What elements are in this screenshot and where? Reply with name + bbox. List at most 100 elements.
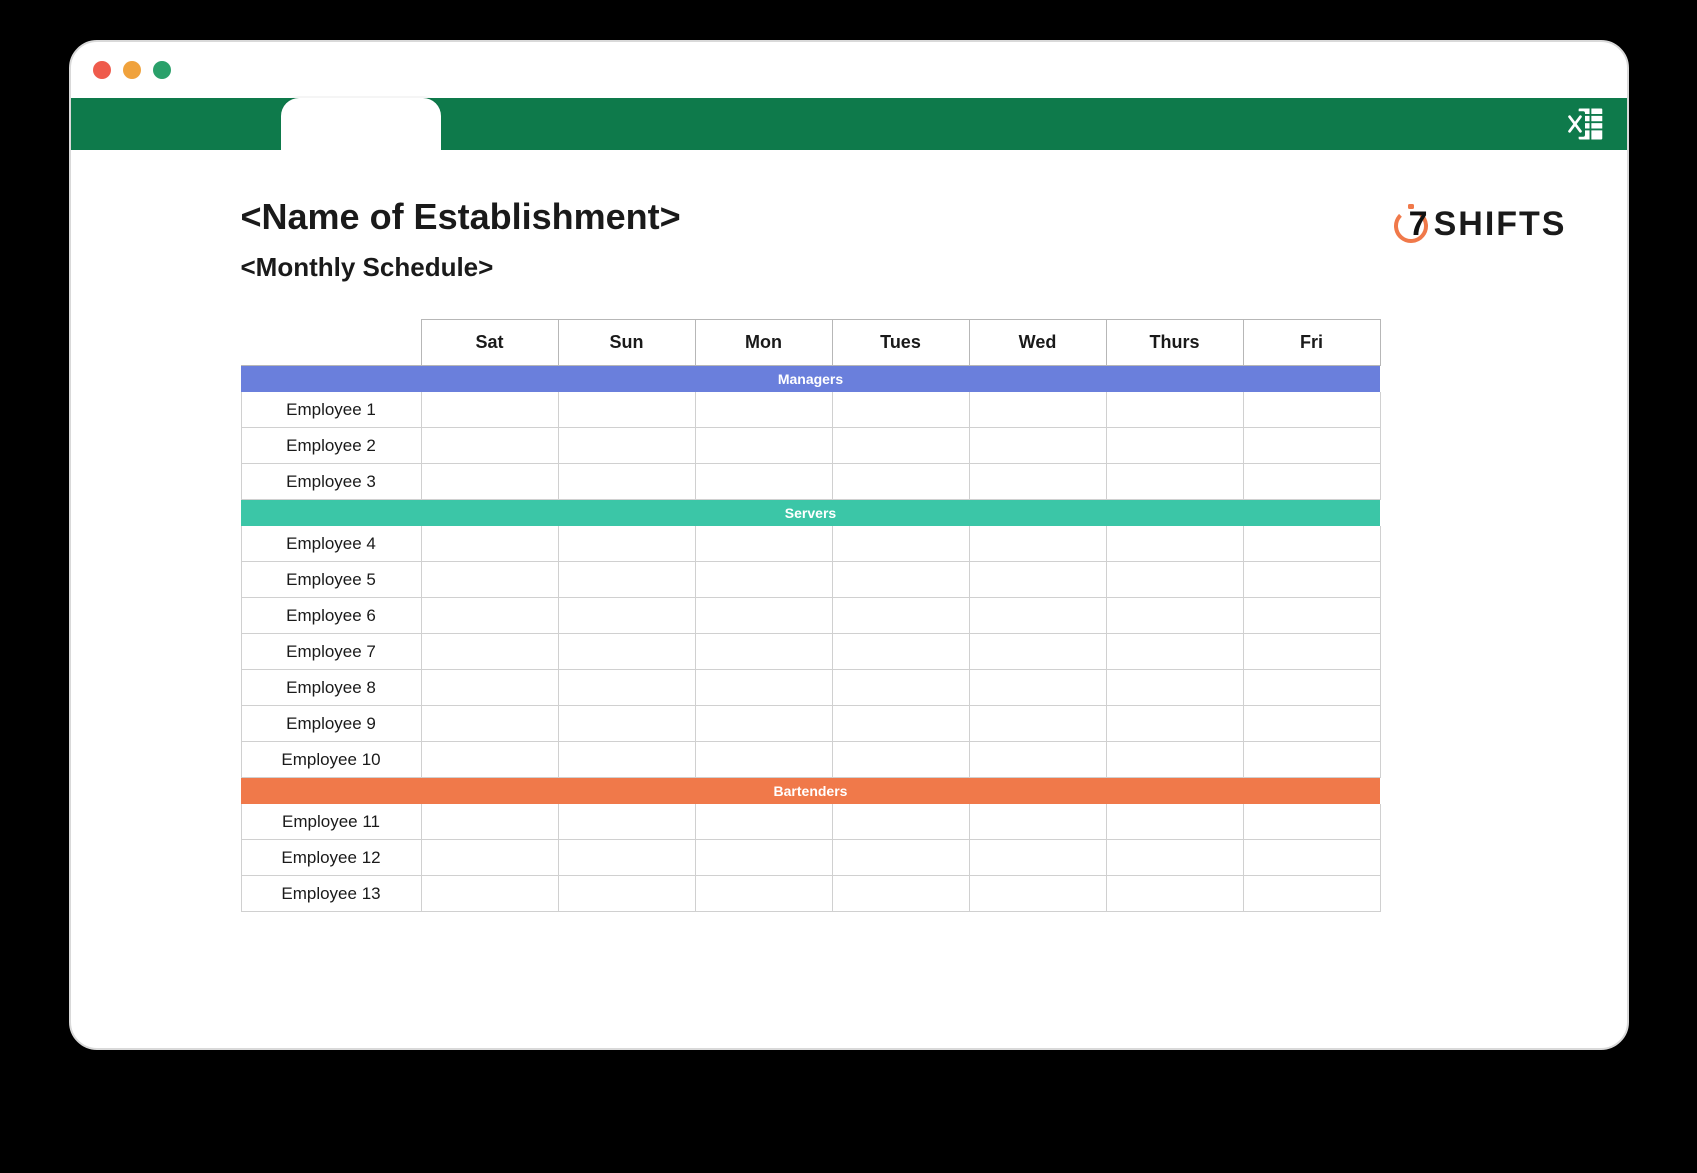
shift-cell[interactable] xyxy=(421,840,558,876)
shift-cell[interactable] xyxy=(421,804,558,840)
shift-cell[interactable] xyxy=(695,526,832,562)
shift-cell[interactable] xyxy=(832,742,969,778)
shift-cell[interactable] xyxy=(695,464,832,500)
shift-cell[interactable] xyxy=(1106,392,1243,428)
table-row: Employee 2 xyxy=(241,428,1380,464)
shift-cell[interactable] xyxy=(558,706,695,742)
shift-cell[interactable] xyxy=(558,562,695,598)
shift-cell[interactable] xyxy=(1243,876,1380,912)
shift-cell[interactable] xyxy=(969,706,1106,742)
shift-cell[interactable] xyxy=(1106,804,1243,840)
shift-cell[interactable] xyxy=(1243,598,1380,634)
shift-cell[interactable] xyxy=(1106,742,1243,778)
shift-cell[interactable] xyxy=(832,562,969,598)
shift-cell[interactable] xyxy=(558,526,695,562)
shift-cell[interactable] xyxy=(558,840,695,876)
table-row: Employee 6 xyxy=(241,598,1380,634)
shift-cell[interactable] xyxy=(558,464,695,500)
shift-cell[interactable] xyxy=(1243,706,1380,742)
shift-cell[interactable] xyxy=(558,428,695,464)
window-close-icon[interactable] xyxy=(93,61,111,79)
shift-cell[interactable] xyxy=(832,840,969,876)
shift-cell[interactable] xyxy=(832,804,969,840)
shift-cell[interactable] xyxy=(969,464,1106,500)
shift-cell[interactable] xyxy=(969,428,1106,464)
shift-cell[interactable] xyxy=(695,634,832,670)
shift-cell[interactable] xyxy=(1106,840,1243,876)
shift-cell[interactable] xyxy=(969,562,1106,598)
shift-cell[interactable] xyxy=(1106,598,1243,634)
shift-cell[interactable] xyxy=(1243,526,1380,562)
shift-cell[interactable] xyxy=(1106,670,1243,706)
shift-cell[interactable] xyxy=(969,526,1106,562)
shift-cell[interactable] xyxy=(969,670,1106,706)
shift-cell[interactable] xyxy=(1243,742,1380,778)
shift-cell[interactable] xyxy=(558,598,695,634)
shift-cell[interactable] xyxy=(421,464,558,500)
shift-cell[interactable] xyxy=(969,392,1106,428)
shift-cell[interactable] xyxy=(1106,876,1243,912)
shift-cell[interactable] xyxy=(695,804,832,840)
shift-cell[interactable] xyxy=(1106,464,1243,500)
shift-cell[interactable] xyxy=(832,428,969,464)
shift-cell[interactable] xyxy=(695,670,832,706)
active-tab[interactable] xyxy=(281,98,441,150)
shift-cell[interactable] xyxy=(969,804,1106,840)
shift-cell[interactable] xyxy=(1243,804,1380,840)
shift-cell[interactable] xyxy=(695,840,832,876)
shift-cell[interactable] xyxy=(558,670,695,706)
header-empty xyxy=(241,320,421,366)
shift-cell[interactable] xyxy=(1106,634,1243,670)
shift-cell[interactable] xyxy=(421,428,558,464)
shift-cell[interactable] xyxy=(1243,562,1380,598)
shift-cell[interactable] xyxy=(421,526,558,562)
shift-cell[interactable] xyxy=(969,742,1106,778)
window-maximize-icon[interactable] xyxy=(153,61,171,79)
shift-cell[interactable] xyxy=(832,464,969,500)
shift-cell[interactable] xyxy=(421,598,558,634)
shift-cell[interactable] xyxy=(969,634,1106,670)
shift-cell[interactable] xyxy=(1106,562,1243,598)
shift-cell[interactable] xyxy=(421,706,558,742)
shift-cell[interactable] xyxy=(969,840,1106,876)
shift-cell[interactable] xyxy=(421,670,558,706)
shift-cell[interactable] xyxy=(695,428,832,464)
shift-cell[interactable] xyxy=(558,804,695,840)
shift-cell[interactable] xyxy=(832,526,969,562)
shift-cell[interactable] xyxy=(695,562,832,598)
shift-cell[interactable] xyxy=(832,706,969,742)
shift-cell[interactable] xyxy=(1106,428,1243,464)
shift-cell[interactable] xyxy=(421,634,558,670)
shift-cell[interactable] xyxy=(1243,840,1380,876)
shift-cell[interactable] xyxy=(558,876,695,912)
shift-cell[interactable] xyxy=(421,562,558,598)
shift-cell[interactable] xyxy=(421,876,558,912)
shift-cell[interactable] xyxy=(1106,706,1243,742)
shift-cell[interactable] xyxy=(421,392,558,428)
shift-cell[interactable] xyxy=(832,598,969,634)
shift-cell[interactable] xyxy=(1243,464,1380,500)
shift-cell[interactable] xyxy=(558,392,695,428)
shift-cell[interactable] xyxy=(558,742,695,778)
shift-cell[interactable] xyxy=(695,876,832,912)
window-minimize-icon[interactable] xyxy=(123,61,141,79)
shift-cell[interactable] xyxy=(695,706,832,742)
shift-cell[interactable] xyxy=(1243,634,1380,670)
shift-cell[interactable] xyxy=(695,392,832,428)
shift-cell[interactable] xyxy=(832,392,969,428)
shift-cell[interactable] xyxy=(832,670,969,706)
shift-cell[interactable] xyxy=(1243,392,1380,428)
shift-cell[interactable] xyxy=(1243,428,1380,464)
shift-cell[interactable] xyxy=(969,598,1106,634)
shift-cell[interactable] xyxy=(1106,526,1243,562)
table-row: Employee 3 xyxy=(241,464,1380,500)
shift-cell[interactable] xyxy=(1243,670,1380,706)
shift-cell[interactable] xyxy=(969,876,1106,912)
shift-cell[interactable] xyxy=(832,876,969,912)
shift-cell[interactable] xyxy=(832,634,969,670)
shift-cell[interactable] xyxy=(558,634,695,670)
shift-cell[interactable] xyxy=(695,598,832,634)
shift-cell[interactable] xyxy=(421,742,558,778)
shift-cell[interactable] xyxy=(695,742,832,778)
day-header: Sun xyxy=(558,320,695,366)
